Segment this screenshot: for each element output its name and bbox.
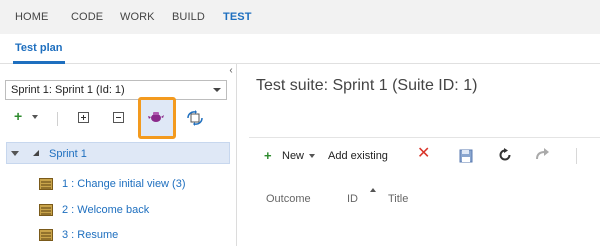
new-button[interactable]: New [282, 150, 304, 162]
forward-arrow-icon[interactable] [535, 147, 551, 161]
toolbar-divider [57, 112, 58, 126]
nav-home[interactable]: HOME [15, 11, 48, 23]
refresh-icon[interactable] [498, 148, 512, 162]
expand-all-icon[interactable] [78, 112, 89, 123]
sub-nav: Test plan [0, 34, 600, 64]
new-dropdown-icon[interactable] [309, 154, 315, 158]
nav-build[interactable]: BUILD [172, 11, 205, 23]
top-nav: HOME CODE WORK BUILD TEST [0, 0, 600, 34]
sprint-select-value: Sprint 1: Sprint 1 (Id: 1) [11, 84, 125, 96]
add-icon[interactable]: + [264, 149, 272, 162]
tab-test-plan[interactable]: Test plan [15, 42, 62, 54]
test-suite-icon [39, 178, 53, 190]
add-suite-dropdown-icon[interactable] [32, 115, 38, 119]
page-title: Test suite: Sprint 1 (Suite ID: 1) [256, 77, 478, 94]
suite-item-label[interactable]: 1 : Change initial view (3) [62, 178, 186, 190]
suite-item-label[interactable]: 2 : Welcome back [62, 204, 149, 216]
column-header-id[interactable]: ID [347, 193, 358, 205]
sync-icon[interactable] [186, 110, 204, 126]
column-header-title[interactable]: Title [388, 193, 408, 205]
chevron-down-icon [213, 88, 221, 92]
column-header-outcome[interactable]: Outcome [266, 193, 311, 205]
tree-node-expanded-icon[interactable] [33, 150, 39, 156]
nav-test[interactable]: TEST [223, 11, 252, 23]
suite-item-label[interactable]: 3 : Resume [62, 229, 118, 241]
sort-ascending-icon [370, 188, 376, 192]
add-existing-button[interactable]: Add existing [328, 150, 388, 162]
test-suite-icon [39, 204, 53, 216]
sprint-select[interactable]: Sprint 1: Sprint 1 (Id: 1) [5, 80, 227, 100]
test-runner-icon[interactable] [148, 111, 164, 123]
tree-root-label[interactable]: Sprint 1 [49, 148, 87, 160]
tree-expand-icon[interactable] [11, 151, 19, 156]
collapse-all-icon[interactable] [113, 112, 124, 123]
add-suite-icon[interactable]: + [14, 109, 22, 123]
save-icon[interactable] [459, 149, 473, 163]
collapse-panel-icon[interactable]: ‹ [226, 66, 236, 76]
delete-icon[interactable]: ✕ [417, 146, 430, 162]
tree-row-selected[interactable] [6, 142, 230, 164]
test-suite-icon [39, 229, 53, 241]
toolbar-divider [576, 148, 577, 164]
nav-work[interactable]: WORK [120, 11, 155, 23]
nav-code[interactable]: CODE [71, 11, 103, 23]
